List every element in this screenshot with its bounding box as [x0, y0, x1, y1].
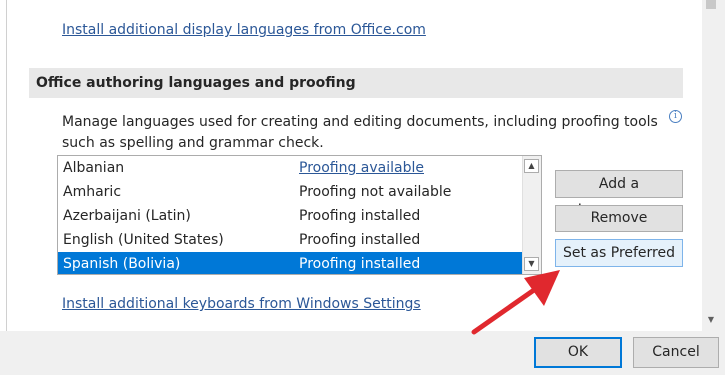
remove-label: Remove: [590, 210, 648, 226]
scroll-up-icon[interactable]: ▲: [524, 159, 539, 173]
add-language-button[interactable]: Add a Language...: [555, 170, 683, 218]
scroll-down-icon[interactable]: ▼: [704, 313, 718, 327]
proofing-status: Proofing installed: [299, 232, 421, 248]
language-list[interactable]: Albanian Proofing available Amharic Proo…: [57, 155, 542, 275]
scroll-down-icon[interactable]: ▼: [524, 257, 539, 271]
cancel-label: Cancel: [652, 344, 700, 360]
language-name: Azerbaijani (Latin): [63, 208, 191, 224]
section-header: Office authoring languages and proofing: [29, 68, 683, 98]
language-row[interactable]: English (United States) Proofing install…: [58, 228, 522, 252]
language-row[interactable]: Albanian Proofing available: [58, 156, 522, 180]
language-row[interactable]: Azerbaijani (Latin) Proofing installed: [58, 204, 522, 228]
scrollbar-thumb[interactable]: [706, 0, 716, 9]
install-keyboards-link[interactable]: Install additional keyboards from Window…: [62, 296, 421, 312]
proofing-available-link[interactable]: Proofing available: [299, 156, 424, 180]
cancel-button[interactable]: Cancel: [633, 337, 719, 368]
ok-button[interactable]: OK: [534, 337, 622, 368]
proofing-status: Proofing not available: [299, 184, 452, 200]
language-name: Amharic: [63, 184, 122, 200]
info-icon[interactable]: i: [669, 110, 682, 123]
language-name: English (United States): [63, 232, 224, 248]
section-description: Manage languages used for creating and e…: [62, 114, 658, 151]
ok-label: OK: [567, 344, 589, 360]
pane-border: [6, 0, 7, 331]
options-pane: Install additional display languages fro…: [0, 0, 703, 331]
set-as-preferred-label: Set as Preferred: [562, 245, 676, 261]
proofing-status: Proofing installed: [299, 208, 421, 224]
proofing-status: Proofing installed: [299, 256, 421, 272]
language-name: Albanian: [63, 160, 125, 176]
language-name: Spanish (Bolivia): [63, 256, 181, 272]
set-as-preferred-button[interactable]: Set as Preferred: [555, 239, 683, 267]
install-display-languages-link[interactable]: Install additional display languages fro…: [62, 22, 426, 38]
language-row[interactable]: Amharic Proofing not available: [58, 180, 522, 204]
language-row-selected[interactable]: Spanish (Bolivia) Proofing installed: [58, 252, 522, 274]
pane-scrollbar[interactable]: ▼: [702, 0, 720, 331]
remove-button[interactable]: Remove: [555, 205, 683, 232]
list-scrollbar[interactable]: ▲ ▼: [522, 156, 541, 274]
